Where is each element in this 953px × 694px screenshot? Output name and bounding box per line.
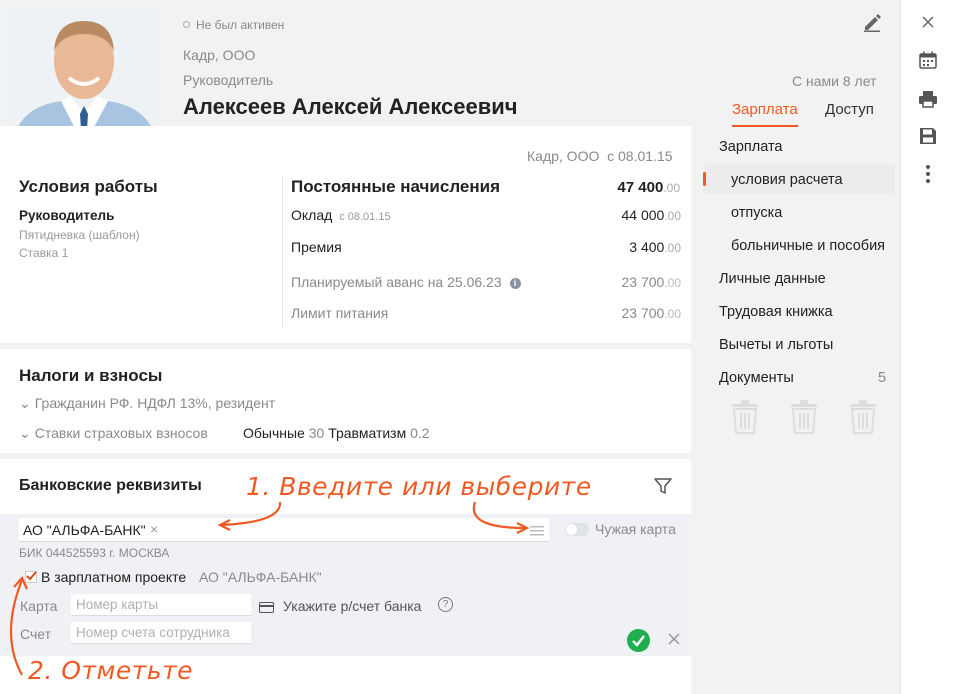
trash-icon[interactable] <box>849 400 877 434</box>
documents-count: 5 <box>878 370 887 386</box>
tab-access[interactable]: Доступ <box>825 101 874 118</box>
conditions-schedule: Пятидневка (шаблон) <box>19 228 140 242</box>
sidebar-item-deductions[interactable]: Вычеты и льготы <box>719 337 833 353</box>
sidebar-item-documents[interactable]: Документы <box>719 370 794 386</box>
foreign-card-toggle[interactable] <box>565 523 589 536</box>
calendar-icon[interactable] <box>915 47 941 73</box>
chevron-down-icon: ⌄ <box>19 425 31 441</box>
tenure-text: С нами 8 лет <box>792 73 877 89</box>
taxes-card: Налоги и взносы ⌄ Гражданин РФ. НДФЛ 13%,… <box>0 349 691 453</box>
ndfl-row[interactable]: ⌄ Гражданин РФ. НДФЛ 13%, резидент <box>19 395 275 412</box>
insurance-rates: Обычные 30 Травматизм 0.2 <box>243 425 430 441</box>
company-name: Кадр, ООО <box>183 47 256 63</box>
accruals-total: 47 400.00 <box>617 179 680 196</box>
close-icon[interactable] <box>915 9 941 35</box>
conditions-card: Кадр, ООО с 08.01.15 Условия работы Руко… <box>0 126 691 343</box>
insurance-row[interactable]: ⌄ Ставки страховых взносов <box>19 425 208 442</box>
accrual-row-bonus[interactable]: Премия 3 400.00 <box>291 239 681 259</box>
accrual-row-meal-limit[interactable]: Лимит питания 23 700.00 <box>291 305 681 325</box>
trash-icon[interactable] <box>731 400 759 434</box>
conditions-rate: Ставка 1 <box>19 246 69 260</box>
save-icon[interactable] <box>915 123 941 149</box>
chevron-down-icon: ⌄ <box>19 395 31 411</box>
tab-active-underline <box>732 125 798 127</box>
column-divider <box>282 176 283 328</box>
active-indicator <box>703 172 706 186</box>
status-indicator: Не был активен <box>183 18 284 32</box>
conditions-position[interactable]: Руководитель <box>19 208 114 223</box>
sidebar-item-calc-conditions[interactable]: условия расчета <box>703 164 895 194</box>
sidebar-item-sick-leave[interactable]: больничные и пособия <box>731 238 885 254</box>
sidebar-item-vacations[interactable]: отпуска <box>731 205 782 221</box>
accrual-row-advance[interactable]: Планируемый аванс на 25.06.23 i 23 700.0… <box>291 274 681 294</box>
taxes-title: Налоги и взносы <box>19 366 163 385</box>
sidebar-item-salary[interactable]: Зарплата <box>719 139 783 155</box>
accrual-row-salary[interactable]: Оклад с 08.01.15 44 000.00 <box>291 207 681 227</box>
tab-salary[interactable]: Зарплата <box>732 101 798 127</box>
trash-icon[interactable] <box>790 400 818 434</box>
sidebar-item-personal-data[interactable]: Личные данные <box>719 271 826 287</box>
annotation-arrows <box>9 501 530 676</box>
conditions-title: Условия работы <box>19 177 158 196</box>
action-toolbar <box>900 0 953 694</box>
employee-name[interactable]: Алексеев Алексей Алексеевич <box>183 94 518 120</box>
more-icon[interactable] <box>915 161 941 187</box>
foreign-card-label: Чужая карта <box>595 521 676 537</box>
org-date: Кадр, ООО с 08.01.15 <box>527 148 673 164</box>
info-icon[interactable]: i <box>509 278 521 289</box>
sidebar-item-work-book[interactable]: Трудовая книжка <box>719 304 833 320</box>
print-icon[interactable] <box>915 86 941 112</box>
position-title: Руководитель <box>183 72 274 88</box>
accruals-title: Постоянные начисления <box>291 177 500 196</box>
status-dot-icon <box>183 21 190 28</box>
confirm-button[interactable] <box>627 629 650 652</box>
filter-icon[interactable] <box>653 477 673 495</box>
cancel-button[interactable] <box>666 631 682 647</box>
edit-icon[interactable] <box>862 12 882 32</box>
